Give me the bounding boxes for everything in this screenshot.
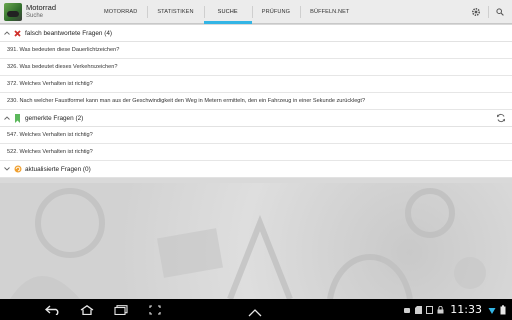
clock: 11:33 bbox=[450, 303, 482, 316]
motorcycle-app-icon[interactable] bbox=[4, 3, 22, 21]
group-header-marked[interactable]: gemerkte Fragen (2) bbox=[0, 110, 512, 127]
green-bookmark-icon bbox=[13, 113, 22, 123]
settings-button[interactable] bbox=[464, 0, 488, 24]
tab-suche[interactable]: SUCHE bbox=[203, 0, 252, 24]
group-header-wrong[interactable]: falsch beantwortete Fragen (4) bbox=[0, 25, 512, 42]
tab-statistiken[interactable]: STATISTIKEN bbox=[147, 0, 203, 24]
list-item[interactable]: 372. Welches Verhalten ist richtig? bbox=[0, 76, 512, 93]
sd-card-icon bbox=[415, 305, 423, 314]
question-list: falsch beantwortete Fragen (4) 391. Was … bbox=[0, 25, 512, 178]
group-title: aktualisierte Fragen (0) bbox=[25, 165, 91, 173]
back-button[interactable] bbox=[36, 304, 70, 315]
search-button[interactable] bbox=[488, 0, 512, 24]
list-item[interactable]: 326. Was bedeutet dieses Verkehrszeichen… bbox=[0, 59, 512, 76]
background-pattern bbox=[0, 183, 512, 299]
action-bar: Motorrad Suche MOTORRAD STATISTIKEN SUCH… bbox=[0, 0, 512, 24]
chevron-up-icon bbox=[3, 116, 11, 120]
group-title: gemerkte Fragen (2) bbox=[25, 114, 84, 122]
recent-apps-icon bbox=[114, 304, 128, 315]
refresh-icon[interactable] bbox=[496, 113, 506, 125]
home-icon bbox=[80, 304, 94, 315]
tab-motorrad[interactable]: MOTORRAD bbox=[94, 0, 147, 24]
tab-bueffeln-net[interactable]: BÜFFELN.NET bbox=[300, 0, 359, 24]
list-item[interactable]: 391. Was bedeuten diese Dauerlichtzeiche… bbox=[0, 42, 512, 59]
recent-apps-button[interactable] bbox=[104, 304, 138, 315]
chevron-up-icon bbox=[3, 31, 11, 35]
red-x-icon bbox=[13, 29, 22, 37]
wifi-icon bbox=[488, 307, 496, 314]
chevron-down-icon bbox=[3, 167, 11, 171]
gear-icon bbox=[471, 7, 481, 16]
search-icon bbox=[496, 7, 504, 16]
group-header-updated[interactable]: aktualisierte Fragen (0) bbox=[0, 161, 512, 178]
list-item[interactable]: 522. Welches Verhalten ist richtig? bbox=[0, 144, 512, 161]
home-button[interactable] bbox=[70, 304, 104, 315]
app-subtitle: Suche bbox=[26, 13, 44, 19]
tab-bar: MOTORRAD STATISTIKEN SUCHE PRÜFUNG BÜFFE… bbox=[94, 0, 359, 24]
app-title-block: Motorrad Suche bbox=[26, 0, 76, 23]
notification-icon bbox=[426, 305, 434, 314]
screenshot-icon bbox=[149, 304, 161, 315]
app-title: Motorrad bbox=[26, 3, 57, 12]
tab-pruefung[interactable]: PRÜFUNG bbox=[251, 0, 300, 24]
app-tray-button[interactable] bbox=[248, 304, 262, 320]
lock-icon bbox=[437, 305, 444, 313]
system-navigation-bar: 11:33 bbox=[0, 299, 512, 320]
orange-update-icon bbox=[13, 165, 22, 173]
chevron-up-icon bbox=[248, 309, 262, 317]
screenshot-button[interactable] bbox=[138, 304, 172, 315]
list-item[interactable]: 230. Nach welcher Faustformel kann man a… bbox=[0, 93, 512, 110]
group-title: falsch beantwortete Fragen (4) bbox=[25, 29, 113, 37]
list-item[interactable]: 547. Welches Verhalten ist richtig? bbox=[0, 127, 512, 144]
back-icon bbox=[45, 304, 59, 315]
android-icon bbox=[404, 307, 411, 313]
battery-icon bbox=[500, 304, 506, 314]
